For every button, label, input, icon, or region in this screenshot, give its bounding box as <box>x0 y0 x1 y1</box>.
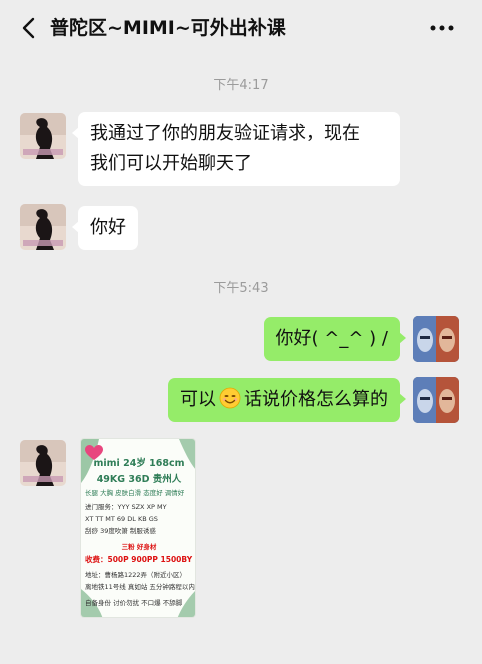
image-text: 收费：500P 900PP 1500BY <box>85 555 193 564</box>
image-text: 刮痧 39度吹箫 制服诱惑 <box>85 527 156 535</box>
message-text: 你好 <box>90 217 126 238</box>
message-bubble-incoming[interactable]: 我通过了你的朋友验证请求，现在 我们可以开始聊天了 <box>72 112 400 186</box>
back-button[interactable] <box>16 15 40 41</box>
avatar-image <box>413 316 459 362</box>
image-text: 自备身份 讨价勿扰 不口爆 不舔脚 <box>85 599 183 607</box>
message-text: 话说价格怎么算的 <box>244 389 388 410</box>
message-text-row: 可以 话说价格怎么算的 <box>180 385 388 415</box>
message-image[interactable]: mimi 24岁 168cm 49KG 36D 贵州人 长腿 大胸 皮肤白滑 态… <box>80 438 196 618</box>
image-text: 进门服务：YYY SZX XP MY <box>85 503 167 511</box>
chat-header: 普陀区~MIMI~可外出补课 <box>0 0 482 56</box>
image-text: 离地铁11号线 真如站 五分钟路程以内 <box>85 583 195 591</box>
message-bubble-outgoing[interactable]: 可以 话说价格怎么算的 <box>168 378 406 422</box>
image-text: 长腿 大胸 皮肤白滑 态度好 调情好 <box>85 489 185 497</box>
message-timestamp: 下午5:43 <box>213 281 269 296</box>
contact-avatar[interactable] <box>20 113 66 159</box>
image-text: 三粉 好身材 <box>121 543 157 551</box>
message-text: 你好( ^_^ ) / <box>275 328 388 349</box>
image-text: XT TT MT 69 DL KB GS <box>85 515 158 523</box>
message-timestamp: 下午4:17 <box>213 78 269 93</box>
chat-title: 普陀区~MIMI~可外出补课 <box>50 17 286 39</box>
more-dots-icon <box>430 25 454 31</box>
message-text: 我们可以开始聊天了 <box>90 153 252 174</box>
message-bubble-incoming[interactable]: 你好 <box>72 206 138 250</box>
message-text: 我通过了你的朋友验证请求，现在 <box>90 123 360 144</box>
contact-avatar[interactable] <box>20 440 66 486</box>
image-text: 地址：曹杨路1222弄（附近小区） <box>85 571 187 579</box>
contact-avatar[interactable] <box>20 204 66 250</box>
self-avatar[interactable] <box>413 377 459 423</box>
more-button[interactable] <box>428 18 456 38</box>
message-bubble-outgoing[interactable]: 你好( ^_^ ) / <box>263 317 407 361</box>
chevron-left-icon <box>22 17 35 39</box>
avatar-image <box>20 204 66 250</box>
avatar-image <box>413 377 459 423</box>
message-text: 可以 <box>180 389 216 410</box>
smile-emoji-icon <box>219 387 241 409</box>
self-avatar[interactable] <box>413 316 459 362</box>
image-text: 49KG 36D 贵州人 <box>96 474 182 485</box>
avatar-image <box>20 440 66 486</box>
image-text: mimi 24岁 168cm <box>93 458 185 469</box>
avatar-image <box>20 113 66 159</box>
